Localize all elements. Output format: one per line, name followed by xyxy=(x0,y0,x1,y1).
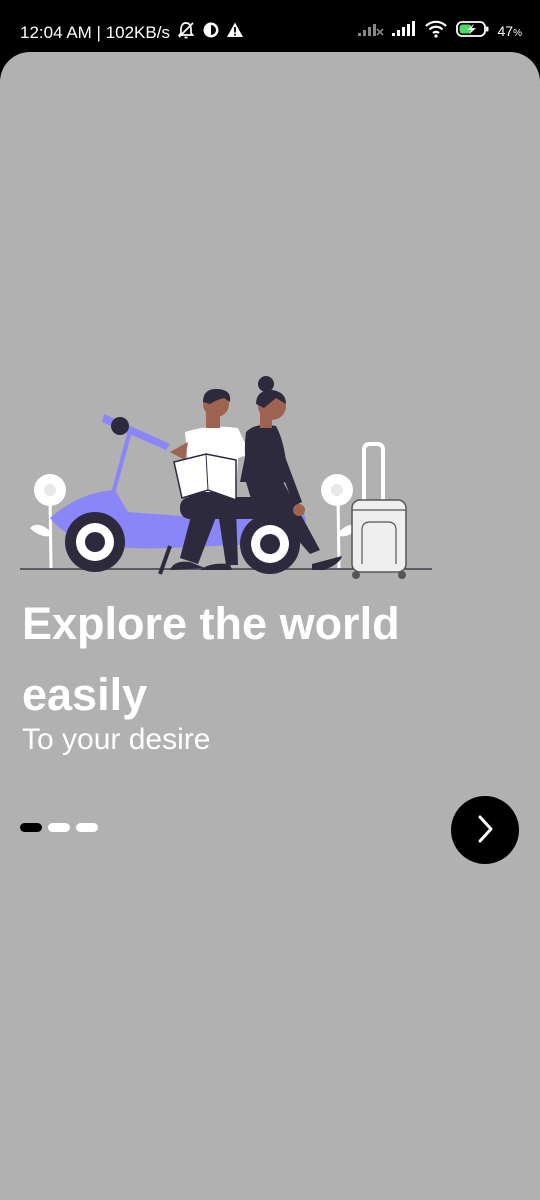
onboarding-screen: Explore the world easily To your desire xyxy=(0,52,540,1200)
signal-no-sim-icon xyxy=(357,21,384,40)
status-left: 12:04 AM | 102KB/s xyxy=(20,20,244,45)
status-time-speed: 12:04 AM | 102KB/s xyxy=(20,22,170,42)
onboarding-subtitle: To your desire xyxy=(22,723,211,756)
bell-muted-icon xyxy=(176,20,196,45)
page-indicator xyxy=(20,823,98,832)
next-button[interactable] xyxy=(451,796,519,864)
page-dot xyxy=(76,823,98,832)
suitcase xyxy=(351,442,407,579)
onboarding-headline: Explore the world easily xyxy=(22,598,400,720)
warning-icon xyxy=(226,21,244,44)
status-right: 47% xyxy=(357,20,522,41)
travel-illustration xyxy=(20,376,432,579)
battery-percentage: 47% xyxy=(497,22,522,39)
battery-charging-icon xyxy=(455,20,490,41)
page-dot xyxy=(20,823,42,832)
wifi-icon xyxy=(424,20,448,41)
page-dot xyxy=(48,823,70,832)
data-saver-icon xyxy=(202,21,220,44)
chevron-right-icon xyxy=(472,814,498,847)
status-bar: 12:04 AM | 102KB/s 47% xyxy=(0,0,540,60)
signal-full-icon xyxy=(391,21,416,40)
